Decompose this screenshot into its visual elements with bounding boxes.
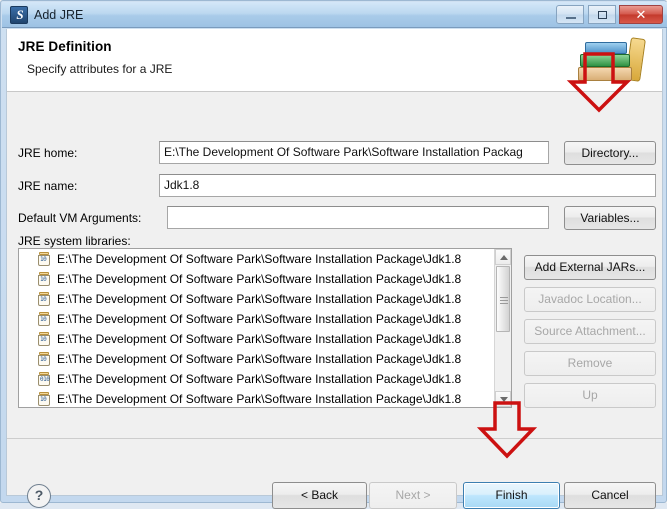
minimize-icon — [566, 17, 577, 19]
library-path-label: E:\The Development Of Software Park\Soft… — [57, 352, 462, 366]
library-path-label: E:\The Development Of Software Park\Soft… — [57, 332, 462, 346]
library-list-item[interactable]: 10 E:\The Development Of Software Park\So… — [19, 349, 494, 369]
vm-arguments-label: Default VM Arguments: — [18, 211, 142, 225]
library-path-label: E:\The Development Of Software Park\Soft… — [57, 272, 462, 286]
jar-file-icon: 10 — [37, 272, 51, 286]
jre-wizard-icon-glyph: S — [16, 7, 24, 22]
library-path-label: E:\The Development Of Software Park\Soft… — [57, 372, 462, 386]
library-path-label: E:\The Development Of Software Park\Soft… — [57, 312, 462, 326]
library-rows-container: 10 E:\The Development Of Software Park\So… — [19, 249, 494, 407]
jre-system-libraries-list[interactable]: 10 E:\The Development Of Software Park\So… — [18, 248, 512, 408]
scroll-down-icon[interactable] — [495, 391, 511, 407]
close-button[interactable]: ✕ — [619, 5, 663, 24]
library-list-item[interactable]: 10 E:\The Development Of Software Park\So… — [19, 269, 494, 289]
jre-name-input[interactable]: Jdk1.8 — [159, 174, 656, 197]
scroll-down-caret — [500, 397, 508, 402]
window-frame: S Add JRE ✕ JRE Definition Specify attri — [0, 0, 667, 509]
title-bar[interactable]: S Add JRE ✕ — [2, 2, 667, 28]
books-icon-part-tan — [578, 67, 632, 81]
books-icon-part-blue — [585, 42, 627, 54]
side-button-up: Up — [524, 383, 656, 408]
directory-button[interactable]: Directory... — [564, 141, 656, 165]
library-list-item[interactable]: 10 E:\The Development Of Software Park\So… — [19, 289, 494, 309]
jar-file-icon: 010 — [37, 372, 51, 386]
scrollbar-grip — [500, 297, 508, 298]
cancel-button[interactable]: Cancel — [564, 482, 656, 509]
page-title: JRE Definition — [18, 39, 112, 54]
library-list-item[interactable]: 10 E:\The Development Of Software Park\So… — [19, 389, 494, 407]
jre-home-label: JRE home: — [18, 146, 78, 160]
close-icon: ✕ — [635, 7, 647, 22]
maximize-icon — [597, 11, 607, 19]
scrollbar-thumb[interactable] — [496, 266, 510, 332]
jar-file-icon: 10 — [37, 252, 51, 266]
vm-arguments-input[interactable] — [167, 206, 549, 229]
jar-file-icon: 10 — [37, 292, 51, 306]
jar-file-icon: 10 — [37, 312, 51, 326]
finish-button[interactable]: Finish — [463, 482, 560, 509]
jre-system-libraries-label: JRE system libraries: — [18, 234, 131, 248]
side-button-source-attachment: Source Attachment... — [524, 319, 656, 344]
scroll-up-icon[interactable] — [495, 249, 511, 265]
jre-wizard-icon: S — [10, 6, 28, 24]
minimize-button[interactable] — [556, 5, 585, 24]
footer-divider — [7, 438, 662, 439]
library-path-label: E:\The Development Of Software Park\Soft… — [57, 252, 462, 266]
library-list-item[interactable]: 10 E:\The Development Of Software Park\So… — [19, 329, 494, 349]
scroll-up-caret — [500, 255, 508, 260]
library-path-label: E:\The Development Of Software Park\Soft… — [57, 292, 462, 306]
jar-file-icon: 10 — [37, 352, 51, 366]
jar-file-icon: 10 — [37, 392, 51, 406]
window-title: Add JRE — [34, 8, 84, 22]
page-subtitle: Specify attributes for a JRE — [27, 62, 173, 76]
add-jre-dialog: S Add JRE ✕ JRE Definition Specify attri — [0, 0, 667, 509]
books-icon-part-green — [580, 54, 630, 67]
library-list-item[interactable]: 010 E:\The Development Of Software Park\S… — [19, 369, 494, 389]
window-controls: ✕ — [556, 5, 663, 25]
dialog-client-area: JRE Definition Specify attributes for a … — [6, 29, 663, 509]
library-list-scrollbar[interactable] — [494, 249, 511, 407]
wizard-header: JRE Definition Specify attributes for a … — [7, 29, 662, 92]
side-button-add-external-jars[interactable]: Add External JARs... — [524, 255, 656, 280]
books-icon — [576, 35, 648, 89]
library-path-label: E:\The Development Of Software Park\Soft… — [57, 392, 462, 406]
library-list-item[interactable]: 10 E:\The Development Of Software Park\So… — [19, 309, 494, 329]
help-icon[interactable]: ? — [27, 484, 51, 508]
jre-name-label: JRE name: — [18, 179, 78, 193]
back-button[interactable]: < Back — [272, 482, 367, 509]
side-button-remove: Remove — [524, 351, 656, 376]
maximize-button[interactable] — [587, 5, 616, 24]
variables-button[interactable]: Variables... — [564, 206, 656, 230]
jre-home-input[interactable]: E:\The Development Of Software Park\Soft… — [159, 141, 549, 164]
side-button-javadoc-location: Javadoc Location... — [524, 287, 656, 312]
library-list-item[interactable]: 10 E:\The Development Of Software Park\So… — [19, 249, 494, 269]
jar-file-icon: 10 — [37, 332, 51, 346]
next-button: Next > — [369, 482, 457, 509]
